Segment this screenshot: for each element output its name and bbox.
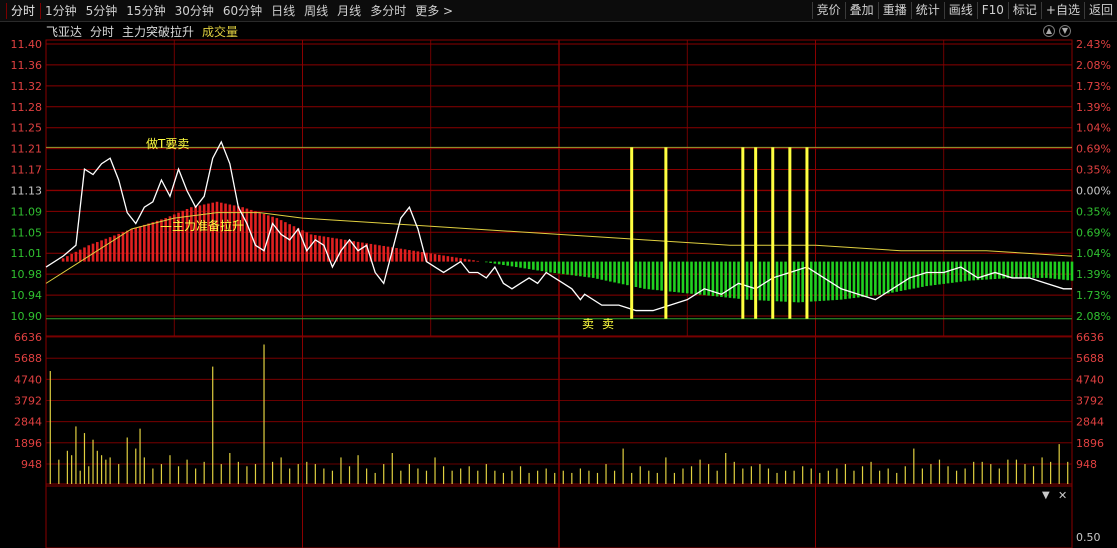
pct-tick-label: 1.04% <box>1076 122 1111 135</box>
volume-tick-label-right: 948 <box>1076 458 1097 471</box>
sell-signal-bar <box>664 147 668 319</box>
price-tick-label: 11.36 <box>11 59 43 72</box>
price-tick-label: 11.17 <box>11 164 43 177</box>
annotation-pull-up: —主力准备拉升 <box>160 218 244 233</box>
volume-tick-label-right: 3792 <box>1076 395 1104 408</box>
volume-tick-label-right: 5688 <box>1076 352 1104 365</box>
pct-tick-label: 2.08% <box>1076 59 1111 72</box>
price-tick-label: 11.05 <box>11 226 43 239</box>
price-tick-label: 11.32 <box>11 80 43 93</box>
annotation-sell-2: 卖 <box>602 317 614 331</box>
price-tick-label: 11.01 <box>11 247 43 260</box>
volume-tick-label: 2844 <box>14 416 42 429</box>
price-tick-label: 11.09 <box>11 205 43 218</box>
price-tick-label: 11.28 <box>11 101 43 114</box>
sell-signal-bar <box>754 147 758 319</box>
close-icon: ✕ <box>1058 489 1067 502</box>
volume-tick-label-right: 6636 <box>1076 331 1104 344</box>
volume-tick-label: 5688 <box>14 352 42 365</box>
pct-tick-label: 0.69% <box>1076 226 1111 239</box>
pct-tick-label: 1.04% <box>1076 247 1111 260</box>
volume-tick-label-right: 1896 <box>1076 437 1104 450</box>
price-tick-label: 10.94 <box>11 289 43 302</box>
volume-tick-label-right: 2844 <box>1076 416 1104 429</box>
chart-canvas[interactable]: 11.40 2.43% 11.36 2.08% 11.32 1.73% 11.28 1.39%… <box>0 0 1117 548</box>
lower-tick-label: 0.50 <box>1076 531 1101 544</box>
sell-signal-bar <box>788 147 792 319</box>
price-tick-label: 11.13 <box>11 184 43 197</box>
pct-tick-label: 1.39% <box>1076 101 1111 114</box>
annotation-sell-t: 做T要卖 <box>146 136 189 151</box>
volume-tick-label: 948 <box>21 458 42 471</box>
sell-signal-bar <box>630 147 634 319</box>
sell-signal-bar <box>805 147 809 319</box>
price-tick-label: 11.25 <box>11 122 43 135</box>
price-tick-label: 11.21 <box>11 143 43 156</box>
volume-tick-label-right: 4740 <box>1076 373 1104 386</box>
pct-tick-label: 0.69% <box>1076 143 1111 156</box>
price-tick-label: 10.98 <box>11 268 43 281</box>
annotation-sell-1: 卖 <box>582 317 594 331</box>
volume-tick-label: 3792 <box>14 395 42 408</box>
sell-signal-bar <box>741 147 745 319</box>
volume-tick-label: 4740 <box>14 373 42 386</box>
pct-tick-label: 1.73% <box>1076 80 1111 93</box>
pct-tick-label: 1.73% <box>1076 289 1111 302</box>
volume-tick-label: 1896 <box>14 437 42 450</box>
sell-signal-bar <box>771 147 775 319</box>
price-tick-label: 11.40 <box>11 38 43 51</box>
pct-tick-label: 2.43% <box>1076 38 1111 51</box>
volume-tick-label: 6636 <box>14 331 42 344</box>
pct-tick-label: 2.08% <box>1076 310 1111 323</box>
dropdown-icon: ▼ <box>1042 490 1050 501</box>
pct-tick-label: 0.35% <box>1076 164 1111 177</box>
price-tick-label: 10.90 <box>11 310 43 323</box>
pct-tick-label: 0.00% <box>1076 184 1111 197</box>
pct-tick-label: 0.35% <box>1076 205 1111 218</box>
pct-tick-label: 1.39% <box>1076 268 1111 281</box>
